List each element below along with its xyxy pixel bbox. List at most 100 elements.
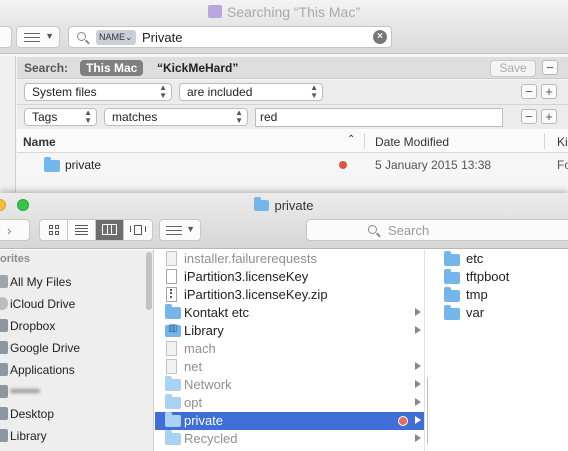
finder-window: private › ▼ Search orites All My Files i (0, 193, 568, 451)
list-item[interactable]: Kontakt etc (155, 304, 424, 322)
remove-scope-button[interactable]: − (542, 60, 558, 75)
list-item[interactable]: tmp (428, 286, 568, 304)
list-item[interactable]: opt (155, 394, 424, 412)
sidebar-edge (0, 56, 16, 200)
scope-folder-button[interactable]: “KickMeHard” (157, 61, 238, 75)
view-mode-selector[interactable] (39, 219, 153, 241)
add-rule-button[interactable]: + (541, 84, 557, 99)
add-rule-button[interactable]: + (541, 109, 557, 124)
column-view-button[interactable] (96, 220, 124, 240)
redacted-username (10, 389, 40, 393)
search-field[interactable]: NAME⌄ Private × (68, 26, 392, 48)
list-item[interactable]: iPartition3.licenseKey (155, 268, 424, 286)
document-icon (166, 269, 177, 284)
rule-value-field[interactable]: red (255, 108, 503, 127)
list-item[interactable]: installer.failurerequests (155, 250, 424, 268)
arrange-button[interactable]: ▼ (16, 26, 60, 48)
sidebar-scrollbar[interactable] (146, 252, 152, 310)
search-placeholder: Search (388, 223, 430, 238)
search-window-title-text: Searching “This Mac” (226, 4, 361, 20)
list-item[interactable]: Network (155, 376, 424, 394)
save-search-button[interactable]: Save (490, 60, 536, 77)
column-header-date-modified[interactable]: Date Modified (375, 135, 449, 149)
sidebar-item-desktop[interactable]: Desktop (0, 404, 150, 424)
rule-attribute-popup[interactable]: Tags ▲ ▼ (24, 108, 97, 126)
red-tag-icon (398, 416, 408, 426)
sidebar-item-label: Desktop (10, 407, 55, 421)
popup-arrows-icon: ▲ ▼ (84, 108, 92, 125)
chevron-down-icon: ▼ (186, 224, 195, 234)
sidebar-item-label: iCloud Drive (10, 297, 76, 311)
forward-button[interactable]: › (0, 219, 30, 241)
rule-attribute-popup[interactable]: System files ▲ ▼ (24, 83, 172, 101)
column-header-name[interactable]: Name (23, 135, 56, 149)
results-column-header: Name ⌃ Date Modified Ki (17, 129, 568, 153)
list-item[interactable]: tftpboot (428, 268, 568, 286)
search-query-text[interactable]: Private (142, 30, 182, 45)
chevron-right-icon: › (7, 223, 12, 238)
list-view-icon (75, 225, 88, 235)
scope-this-mac-button[interactable]: This Mac (80, 60, 144, 76)
folder-icon (444, 251, 460, 266)
folder-icon (254, 197, 270, 211)
result-name: private (65, 158, 102, 172)
view-button[interactable] (0, 26, 12, 48)
user-home-icon (0, 385, 8, 398)
sidebar-item-google-drive[interactable]: Google Drive (0, 338, 150, 358)
column-separator[interactable] (364, 133, 365, 149)
folder-icon (165, 394, 181, 409)
finder-titlebar[interactable]: private › ▼ Search (0, 193, 568, 249)
search-window-title: Searching “This Mac” (0, 4, 568, 20)
search-rule-row: Tags ▲ ▼ matches ▲ ▼ red − + (17, 105, 568, 130)
finder-search-field[interactable]: Search (306, 219, 568, 241)
icon-view-icon (49, 225, 59, 235)
disclosure-arrow-icon (415, 398, 421, 406)
sidebar-item-icloud-drive[interactable]: iCloud Drive (0, 294, 150, 314)
search-result-row[interactable]: private 5 January 2015 13:38 Fo (17, 154, 568, 176)
popup-arrows-icon: ▲ ▼ (159, 83, 167, 100)
column-header-kind[interactable]: Ki (557, 135, 568, 149)
list-item[interactable]: Recycled (155, 430, 424, 448)
library-icon (0, 429, 8, 442)
item-label: var (466, 305, 485, 320)
folder-icon (44, 157, 60, 172)
sidebar-item-all-my-files[interactable]: All My Files (0, 272, 150, 292)
sidebar-item-home[interactable] (0, 382, 150, 402)
item-label: net (184, 359, 203, 374)
rule-operator-value: matches (112, 110, 158, 124)
icon-view-button[interactable] (40, 220, 68, 240)
search-token-name[interactable]: NAME⌄ (96, 30, 136, 45)
sidebar-item-dropbox[interactable]: Dropbox (0, 316, 150, 336)
clear-search-icon[interactable]: × (373, 30, 387, 44)
list-item[interactable]: Library (155, 322, 424, 340)
list-item[interactable]: net (155, 358, 424, 376)
sidebar-item-applications[interactable]: Applications (0, 360, 150, 380)
arrange-button[interactable]: ▼ (159, 219, 201, 241)
sidebar-heading-favorites: orites (0, 253, 30, 265)
item-label: iPartition3.licenseKey.zip (184, 287, 328, 302)
browser-column-root: installer.failurerequests iPartition3.li… (155, 250, 425, 451)
rule-attribute-value: System files (32, 85, 97, 99)
list-view-button[interactable] (68, 220, 96, 240)
cover-flow-button[interactable] (124, 220, 152, 240)
list-item[interactable]: var (428, 304, 568, 322)
list-item[interactable]: mach (155, 340, 424, 358)
item-label: Network (184, 377, 232, 392)
list-item-selected[interactable]: private (155, 412, 424, 430)
remove-rule-button[interactable]: − (521, 84, 537, 99)
search-window: Searching “This Mac” ▼ NAME⌄ Private × S… (0, 0, 568, 200)
generic-file-icon (166, 251, 177, 266)
disclosure-arrow-icon (415, 434, 421, 442)
rule-operator-popup[interactable]: matches ▲ ▼ (104, 108, 248, 126)
remove-rule-button[interactable]: − (521, 109, 537, 124)
item-label: Library (184, 323, 224, 338)
list-item[interactable]: iPartition3.licenseKey.zip (155, 286, 424, 304)
list-item[interactable]: etc (428, 250, 568, 268)
folder-icon (165, 304, 181, 319)
popup-arrows-icon: ▲ ▼ (235, 108, 243, 125)
sidebar-item-library[interactable]: Library (0, 426, 150, 446)
rule-operator-popup[interactable]: are included ▲ ▼ (179, 83, 323, 101)
zip-archive-icon (166, 287, 177, 302)
column-separator[interactable] (544, 133, 545, 149)
folder-icon (444, 287, 460, 302)
